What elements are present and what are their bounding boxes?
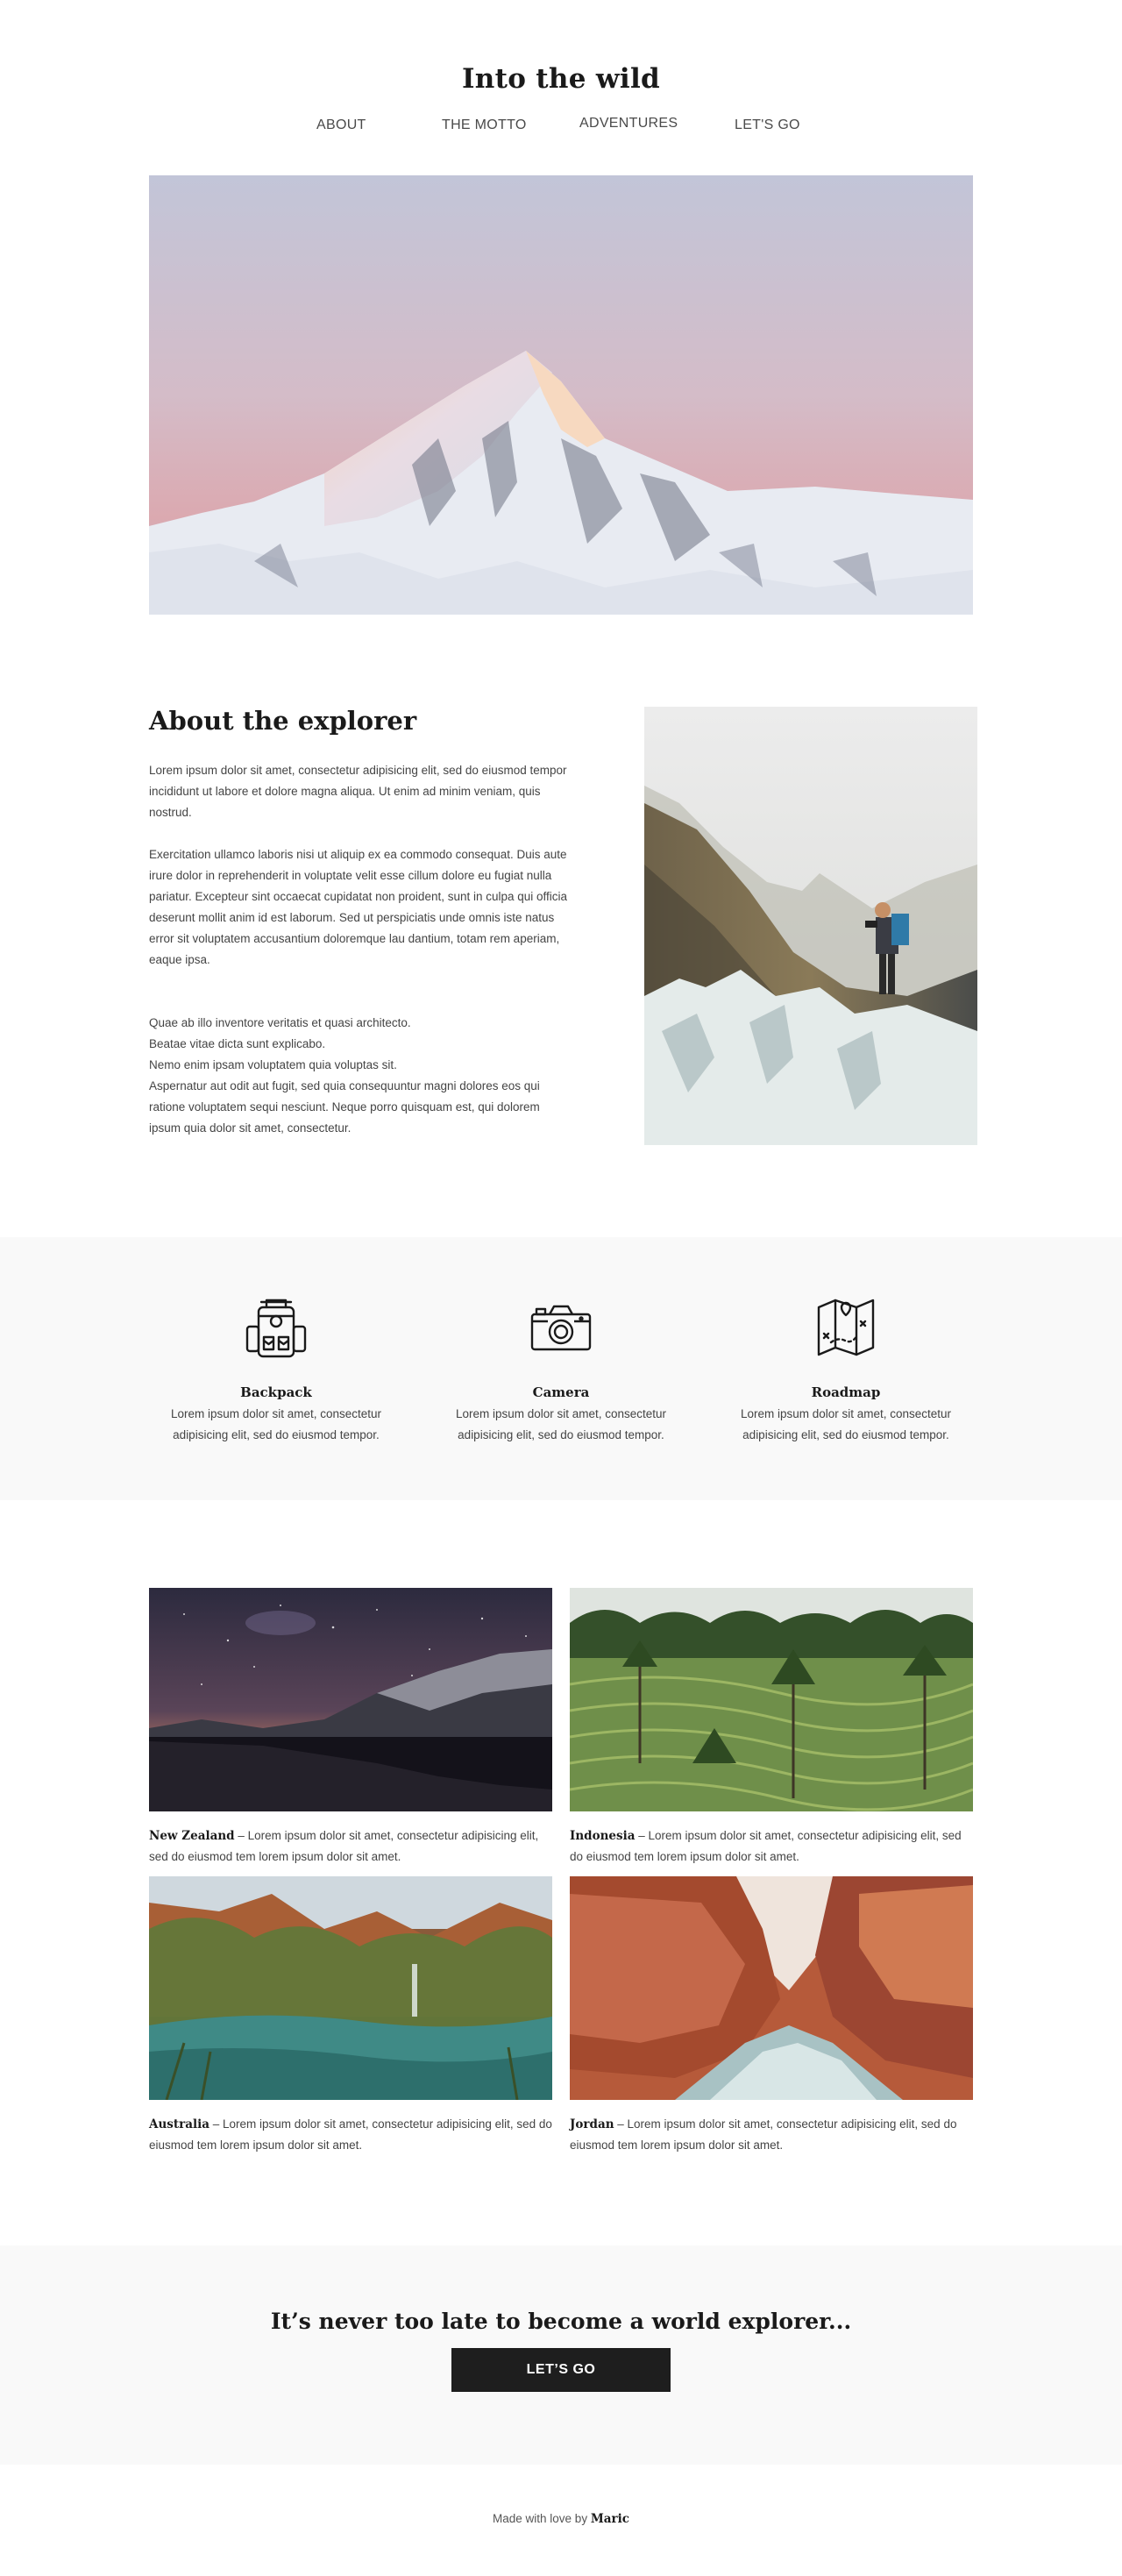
gallery-card-australia: Australia – Lorem ipsum dolor sit amet, … [149, 1876, 552, 2156]
hero-mountain-image [149, 175, 973, 615]
site-title: Into the wild [461, 63, 661, 95]
features-section: Backpack Lorem ipsum dolor sit amet, con… [0, 1237, 1122, 1500]
cta-section: It’s never too late to become a world ex… [0, 2245, 1122, 2465]
about-text: Lorem ipsum dolor sit amet, consectetur … [149, 760, 570, 1139]
explorer-photo [644, 707, 977, 1145]
nav-adventures[interactable]: ADVENTURES [579, 116, 678, 132]
feature-roadmap-text: Lorem ipsum dolor sit amet, consectetur … [740, 1407, 952, 1441]
new-zealand-caption: New Zealand – Lorem ipsum dolor sit amet… [149, 1829, 539, 1863]
main-nav: ABOUT THE MOTTO ADVENTURES LET'S GO [0, 116, 1122, 153]
camera-icon [530, 1305, 592, 1351]
gallery-card-jordan: Jordan – Lorem ipsum dolor sit amet, con… [570, 1876, 973, 2156]
adventures-gallery: New Zealand – Lorem ipsum dolor sit amet… [149, 1500, 973, 2245]
feature-roadmap: Roadmap Lorem ipsum dolor sit amet, cons… [719, 1295, 973, 1446]
feature-camera: Camera Lorem ipsum dolor sit amet, conse… [434, 1295, 688, 1446]
gallery-card-indonesia: Indonesia – Lorem ipsum dolor sit amet, … [570, 1588, 973, 1868]
jordan-caption: Jordan – Lorem ipsum dolor sit amet, con… [570, 2117, 957, 2152]
feature-backpack-text: Lorem ipsum dolor sit amet, consectetur … [170, 1407, 382, 1441]
feature-roadmap-title: Roadmap [811, 1384, 881, 1400]
australia-photo [149, 1876, 552, 2100]
feature-camera-text: Lorem ipsum dolor sit amet, consectetur … [455, 1407, 667, 1441]
feature-backpack: Backpack Lorem ipsum dolor sit amet, con… [149, 1295, 403, 1446]
footer-author: Maric [590, 2512, 629, 2526]
indonesia-caption: Indonesia – Lorem ipsum dolor sit amet, … [570, 1829, 962, 1863]
nav-lets-go[interactable]: LET'S GO [735, 117, 800, 133]
site-header: Into the wild ABOUT THE MOTTO ADVENTURES… [0, 0, 1122, 175]
feature-backpack-title: Backpack [240, 1384, 312, 1400]
lets-go-button[interactable]: LET’S GO [451, 2348, 671, 2392]
about-heading: About the explorer [149, 706, 417, 736]
jordan-photo [570, 1876, 973, 2100]
cta-heading: It’s never too late to become a world ex… [270, 2309, 852, 2334]
map-icon [817, 1299, 875, 1356]
site-footer: Made with love by Maric [0, 2465, 1122, 2576]
about-line-4: Aspernatur aut odit aut fugit, sed quia … [149, 1079, 540, 1135]
about-section: About the explorer Lorem ipsum dolor sit… [149, 615, 977, 1237]
backpack-icon [245, 1299, 307, 1358]
new-zealand-photo [149, 1588, 552, 1811]
about-line-3: Nemo enim ipsam voluptatem quia voluptas… [149, 1058, 397, 1071]
about-paragraph-1: Lorem ipsum dolor sit amet, consectetur … [149, 764, 567, 819]
nav-about[interactable]: ABOUT [316, 117, 366, 133]
about-line-2: Beatae vitae dicta sunt explicabo. [149, 1037, 326, 1050]
australia-caption: Australia – Lorem ipsum dolor sit amet, … [149, 2117, 552, 2152]
footer-prefix: Made with love by [493, 2512, 591, 2525]
gallery-card-new-zealand: New Zealand – Lorem ipsum dolor sit amet… [149, 1588, 552, 1868]
about-line-1: Quae ab illo inventore veritatis et quas… [149, 1016, 411, 1029]
about-paragraph-2: Exercitation ullamco laboris nisi ut ali… [149, 848, 568, 966]
nav-the-motto[interactable]: THE MOTTO [442, 117, 527, 133]
feature-camera-title: Camera [532, 1384, 590, 1400]
indonesia-photo [570, 1588, 973, 1811]
